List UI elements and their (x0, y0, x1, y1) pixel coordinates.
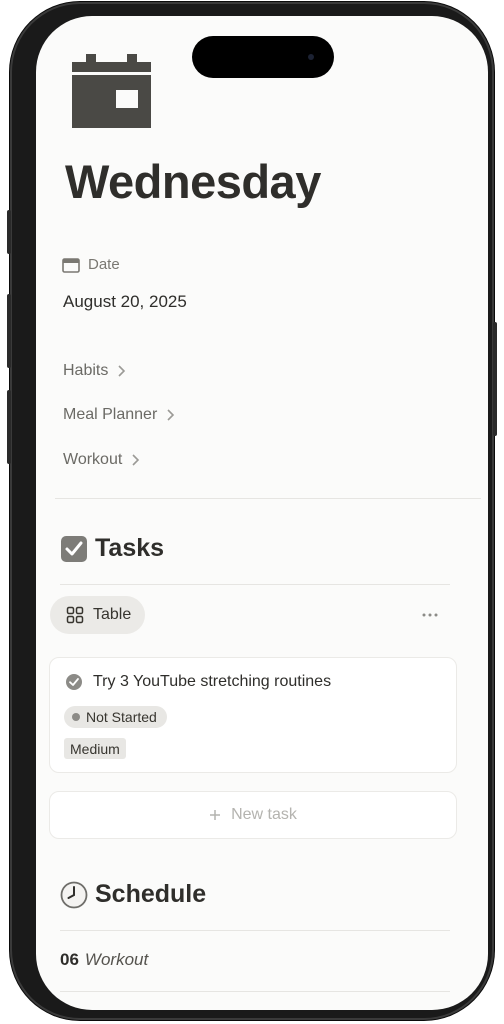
schedule-heading-label: Schedule (95, 880, 207, 908)
divider (60, 584, 450, 585)
page-title[interactable]: Wednesday (65, 154, 321, 209)
calendar-icon (62, 257, 80, 273)
schedule-name: Workout (84, 950, 149, 969)
schedule-item[interactable]: 06 Workout (60, 950, 148, 970)
priority-tag[interactable]: Medium (64, 738, 126, 759)
new-task-button[interactable]: New task (49, 791, 457, 839)
action-button (7, 210, 11, 254)
schedule-time: 06 (60, 950, 79, 969)
calendar-icon[interactable] (72, 54, 151, 128)
power-button (493, 322, 497, 436)
new-task-label: New task (231, 806, 297, 823)
volume-down-button (7, 390, 11, 464)
task-title-row: Try 3 YouTube stretching routines (65, 673, 331, 691)
date-property[interactable]: Date (62, 256, 120, 273)
plus-icon (210, 810, 221, 820)
chevron-right-icon (167, 409, 175, 421)
link-label: Meal Planner (63, 406, 158, 423)
date-value[interactable]: August 20, 2025 (63, 292, 187, 312)
grid-icon (66, 606, 84, 624)
camera-icon (308, 54, 314, 60)
tasks-heading[interactable]: Tasks (60, 534, 164, 563)
date-label: Date (88, 256, 120, 273)
link-workout[interactable]: Workout (63, 451, 142, 469)
view-tab-table[interactable]: Table (50, 596, 146, 634)
checkbox-checked-icon (61, 535, 87, 562)
volume-up-button (7, 294, 11, 368)
more-horizontal-icon[interactable] (420, 610, 440, 620)
chevron-right-icon (118, 365, 126, 377)
check-circle-icon[interactable] (65, 673, 83, 691)
chevron-right-icon (132, 454, 140, 466)
divider (60, 930, 450, 931)
link-meal-planner[interactable]: Meal Planner (63, 406, 177, 424)
link-habits[interactable]: Habits (63, 362, 128, 380)
schedule-heading[interactable]: Schedule (60, 880, 206, 909)
divider (55, 498, 481, 499)
link-label: Workout (63, 451, 123, 468)
task-card[interactable]: Try 3 YouTube stretching routines Not St… (49, 657, 457, 773)
link-label: Habits (63, 362, 109, 379)
screen: Wednesday Date August 20, 2025 Habits Me… (36, 16, 488, 1010)
tasks-heading-label: Tasks (95, 534, 165, 562)
status-badge[interactable]: Not Started (64, 706, 167, 728)
clock-icon (60, 881, 88, 908)
divider (60, 991, 450, 992)
task-title: Try 3 YouTube stretching routines (93, 673, 332, 690)
view-tab-label: Table (93, 606, 132, 623)
phone-frame: Wednesday Date August 20, 2025 Habits Me… (7, 2, 497, 1020)
status-label: Not Started (86, 709, 157, 725)
dynamic-island (192, 36, 334, 78)
status-dot-icon (72, 713, 80, 721)
